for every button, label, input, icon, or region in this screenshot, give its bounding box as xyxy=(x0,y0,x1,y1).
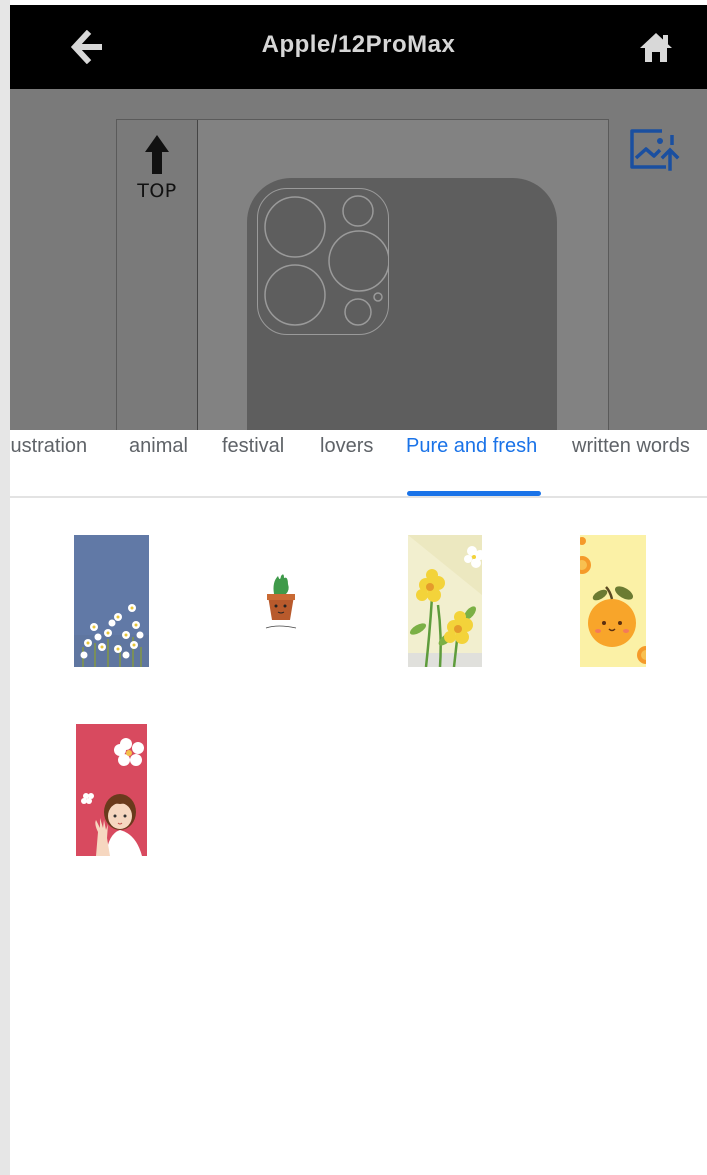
case-mockup: TOP xyxy=(116,119,609,430)
tab-pure-and-fresh[interactable]: Pure and fresh xyxy=(406,430,537,496)
tab-illustration[interactable]: Illustration xyxy=(10,430,87,496)
camera-module xyxy=(257,188,389,335)
design-thumbnail-cactus[interactable] xyxy=(258,570,303,634)
camera-lenses xyxy=(264,195,388,326)
tab-lovers[interactable]: lovers xyxy=(320,430,373,496)
page-title: Apple/12ProMax xyxy=(261,31,456,58)
home-button[interactable] xyxy=(634,25,678,69)
design-thumbnail-daisies[interactable] xyxy=(74,535,149,667)
cactus-pot-image xyxy=(265,574,297,629)
design-thumbnail-girl-flowers[interactable] xyxy=(76,724,147,856)
up-arrow-icon xyxy=(145,135,169,174)
tabs-divider xyxy=(10,496,707,498)
arrow-left-icon xyxy=(71,30,102,64)
yellow-flowers-image xyxy=(408,535,482,667)
top-label: TOP xyxy=(137,180,177,202)
image-upload-icon xyxy=(630,129,680,171)
girl-with-flowers-image xyxy=(76,724,147,856)
category-tabs: Illustration animal festival lovers Pure… xyxy=(10,430,707,496)
phone-case-preview: TOP xyxy=(10,89,707,430)
tab-festival[interactable]: festival xyxy=(222,430,284,496)
top-orientation-strip: TOP xyxy=(117,120,198,430)
back-button[interactable] xyxy=(68,25,108,69)
daisies-image xyxy=(74,535,149,667)
design-thumbnail-orange[interactable] xyxy=(580,535,646,667)
orange-fruit-image xyxy=(580,535,646,667)
left-edge-strip xyxy=(0,0,10,1175)
tab-animal[interactable]: animal xyxy=(129,430,188,496)
app-header: Apple/12ProMax xyxy=(10,5,707,89)
tab-written-words[interactable]: written words xyxy=(572,430,690,496)
design-thumbnail-yellow-flowers[interactable] xyxy=(408,535,482,667)
phone-back-outline xyxy=(247,178,557,430)
home-icon xyxy=(640,33,672,62)
upload-image-button[interactable] xyxy=(626,125,682,175)
